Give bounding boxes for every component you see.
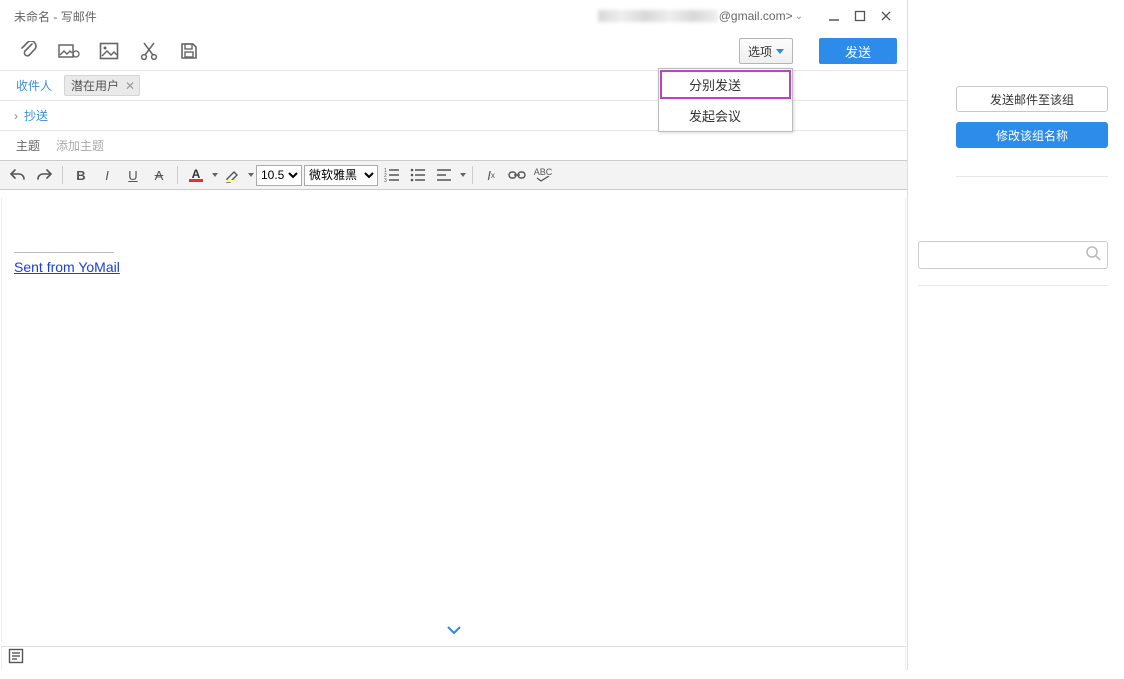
title-sep: - [53, 10, 60, 24]
right-panel: 发送邮件至该组 修改该组名称 [908, 0, 1124, 670]
save-icon[interactable] [178, 40, 200, 62]
minimize-button[interactable] [821, 6, 847, 26]
menu-item-send-separately[interactable]: 分别发送 [659, 69, 792, 100]
send-button[interactable]: 发送 [819, 38, 897, 64]
undo-icon[interactable] [6, 163, 30, 187]
text-color-dropdown-icon[interactable] [212, 173, 218, 177]
recipient-label[interactable]: 收件人 [16, 77, 64, 94]
spellcheck-icon[interactable]: ABC [531, 163, 555, 187]
options-label: 选项 [748, 43, 772, 60]
italic-button[interactable]: I [95, 163, 119, 187]
spellcheck-label: ABC [534, 168, 553, 176]
subject-row: 主题 [0, 130, 907, 160]
attachment-icon[interactable] [18, 40, 40, 62]
chevron-down-icon [776, 49, 784, 54]
signature-link[interactable]: Sent from YoMail [14, 259, 120, 275]
font-size-select[interactable]: 10.5 [256, 165, 302, 186]
divider [956, 176, 1108, 177]
highlight-color-button[interactable] [220, 163, 244, 187]
signature-divider [14, 252, 114, 253]
text-mode-icon[interactable] [8, 648, 24, 669]
options-menu: 分别发送 发起会议 [658, 68, 793, 132]
contact-search-row[interactable] [918, 241, 1108, 269]
account-dropdown-icon[interactable]: ⌄ [795, 11, 803, 22]
ordered-list-icon[interactable]: 123 [380, 163, 404, 187]
title-untitled: 未命名 [14, 10, 50, 24]
svg-text:3: 3 [384, 178, 387, 182]
close-button[interactable] [873, 6, 899, 26]
compose-toolbar: 选项 发送 [0, 32, 907, 70]
subject-label: 主题 [16, 137, 56, 154]
strikethrough-button[interactable]: A [147, 163, 171, 187]
expand-chevron-icon[interactable] [446, 623, 462, 638]
redo-icon[interactable] [32, 163, 56, 187]
compose-window: 未命名 - 写邮件 @gmail.com> ⌄ [0, 0, 908, 670]
font-family-select[interactable]: 微软雅黑 [304, 165, 378, 186]
insert-image-icon[interactable] [98, 40, 120, 62]
account-email-suffix: @gmail.com> [719, 9, 793, 23]
align-dropdown-icon[interactable] [460, 173, 466, 177]
editor-body[interactable]: Sent from YoMail [1, 198, 906, 642]
window-title: 未命名 - 写邮件 [14, 8, 97, 25]
title-bar: 未命名 - 写邮件 @gmail.com> ⌄ [0, 0, 907, 32]
options-button[interactable]: 选项 [739, 38, 793, 64]
recipient-chip[interactable]: 潜在用户 ✕ [64, 75, 140, 96]
status-bar [1, 646, 906, 670]
chip-remove-icon[interactable]: ✕ [125, 79, 135, 93]
unordered-list-icon[interactable] [406, 163, 430, 187]
send-to-group-button[interactable]: 发送邮件至该组 [956, 86, 1108, 112]
editor-toolbar: B I U A A 10.5 微软雅黑 123 Ix [0, 160, 907, 190]
insert-image-cloud-icon[interactable] [58, 40, 80, 62]
cut-icon[interactable] [138, 40, 160, 62]
bold-button[interactable]: B [69, 163, 93, 187]
search-icon[interactable] [1085, 245, 1101, 266]
text-color-button[interactable]: A [184, 163, 208, 187]
clear-format-icon[interactable]: Ix [479, 163, 503, 187]
list-border [918, 285, 1108, 286]
align-icon[interactable] [432, 163, 456, 187]
underline-button[interactable]: U [121, 163, 145, 187]
rename-group-button[interactable]: 修改该组名称 [956, 122, 1108, 148]
menu-item-start-meeting[interactable]: 发起会议 [659, 100, 792, 131]
cc-label[interactable]: 抄送 [24, 107, 48, 124]
title-compose: 写邮件 [61, 10, 97, 24]
recipient-chip-text: 潜在用户 [71, 77, 119, 94]
highlight-dropdown-icon[interactable] [248, 173, 254, 177]
account-email-blurred [598, 10, 718, 22]
maximize-button[interactable] [847, 6, 873, 26]
subject-input[interactable] [56, 139, 897, 153]
cc-expand-icon[interactable]: › [14, 109, 18, 123]
insert-link-icon[interactable] [505, 163, 529, 187]
